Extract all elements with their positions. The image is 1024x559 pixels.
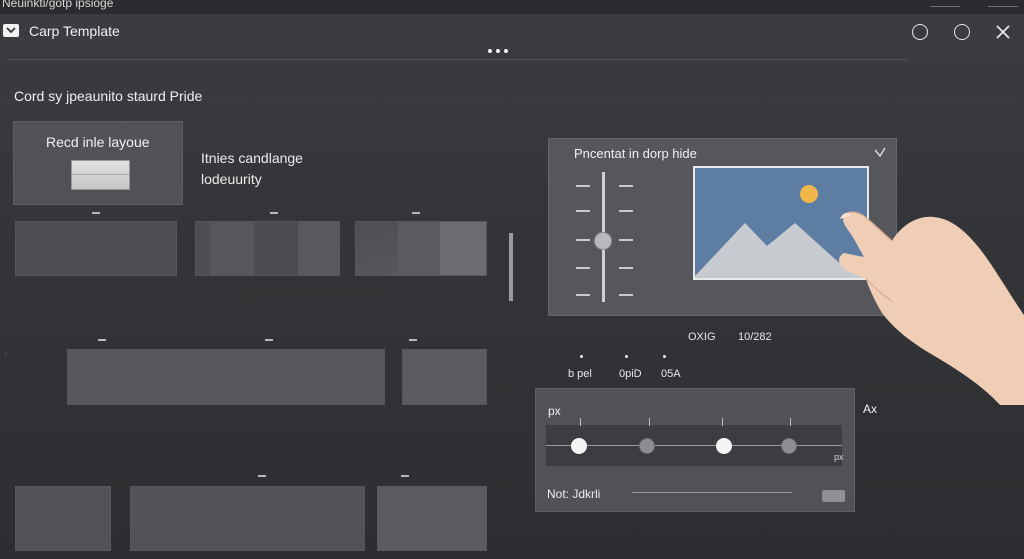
- slider-tick: [576, 185, 590, 187]
- slider-knob-4[interactable]: [780, 438, 797, 454]
- block-handle[interactable]: [270, 212, 278, 214]
- meta-ratio: 10/282: [738, 331, 772, 343]
- window-title: Carp Template: [29, 23, 120, 39]
- block-handle[interactable]: [92, 212, 100, 214]
- slider-knob-1[interactable]: [570, 438, 587, 454]
- top-status-strip: Neuinkti/gotp ipsioge: [0, 0, 1024, 14]
- slider-tick: [576, 210, 590, 212]
- footer-toggle-button[interactable]: [822, 490, 845, 502]
- bullet-label: 05A: [661, 368, 681, 380]
- slider-tick: [576, 239, 590, 241]
- layout-block[interactable]: [15, 221, 177, 276]
- slider-tick: [649, 418, 650, 426]
- bullet-label: 0piD: [619, 368, 642, 380]
- meta-oxg: OXIG: [688, 331, 716, 343]
- close-icon[interactable]: [995, 24, 1011, 40]
- slider-footer-label: Not: Jdkrli: [547, 487, 601, 501]
- left-arrow-icon[interactable]: ‹: [4, 349, 7, 360]
- hand-pointer-illustration: [830, 205, 1024, 405]
- top-strip-line: [988, 6, 1018, 7]
- slider-tick: [619, 239, 633, 241]
- slider-tick: [619, 185, 633, 187]
- slider-tick: [576, 294, 590, 296]
- block-handle[interactable]: [409, 339, 417, 341]
- bullet-dot: [663, 355, 666, 358]
- block-handle[interactable]: [401, 475, 409, 477]
- slider-knob-3[interactable]: [715, 438, 732, 454]
- maximize-circle-icon[interactable]: [954, 24, 970, 40]
- slider-tick: [580, 418, 581, 426]
- side-label: Ax: [863, 402, 878, 416]
- slider-tick: [619, 294, 633, 296]
- window-title-bar: [0, 15, 1024, 49]
- layout-block-gradient[interactable]: [355, 221, 487, 276]
- image-dialog-title: Pncentat in dorp hide: [574, 146, 697, 161]
- block-handle[interactable]: [258, 475, 266, 477]
- card-description-line1: Itnies candlange: [201, 150, 303, 166]
- slider-tick: [790, 418, 791, 426]
- slider-unit: px: [834, 452, 844, 462]
- bullet-dot: [625, 355, 628, 358]
- dropdown-chevron-icon[interactable]: [3, 24, 19, 37]
- minimize-circle-icon[interactable]: [912, 24, 928, 40]
- layout-block-segmented[interactable]: [195, 221, 340, 276]
- card-title: Recd inle layoue: [46, 134, 150, 150]
- slider-tick: [576, 267, 590, 269]
- block-handle[interactable]: [265, 339, 273, 341]
- more-dots-icon[interactable]: [488, 49, 508, 53]
- page-heading: Cord sy jpeaunito staurd Pride: [14, 88, 203, 104]
- slider-tick: [722, 418, 723, 426]
- bullet-label: b pel: [568, 368, 592, 380]
- slider-tick: [619, 267, 633, 269]
- bullet-dot: [580, 355, 583, 358]
- card-button[interactable]: [71, 160, 130, 190]
- layout-block-wide[interactable]: [130, 486, 365, 551]
- header-divider: [8, 59, 908, 60]
- chevron-down-icon[interactable]: [874, 146, 886, 164]
- vertical-slider-knob[interactable]: [594, 232, 612, 250]
- top-strip-line: [930, 6, 960, 7]
- layout-block-small[interactable]: [402, 349, 487, 405]
- footer-divider-line: [632, 492, 792, 493]
- block-handle[interactable]: [412, 212, 420, 214]
- top-strip-text: Neuinkti/gotp ipsioge: [2, 0, 114, 10]
- layout-block[interactable]: [377, 486, 487, 551]
- card-description-line2: lodeuurity: [201, 171, 262, 187]
- layout-block[interactable]: [15, 486, 111, 551]
- block-handle[interactable]: [98, 339, 106, 341]
- slider-line: [546, 445, 842, 446]
- slider-knob-2[interactable]: [638, 438, 655, 454]
- vertical-scrollbar[interactable]: [509, 233, 513, 301]
- slider-tick: [619, 210, 633, 212]
- slider-label: px: [548, 404, 561, 418]
- layout-block-wide[interactable]: [67, 349, 385, 405]
